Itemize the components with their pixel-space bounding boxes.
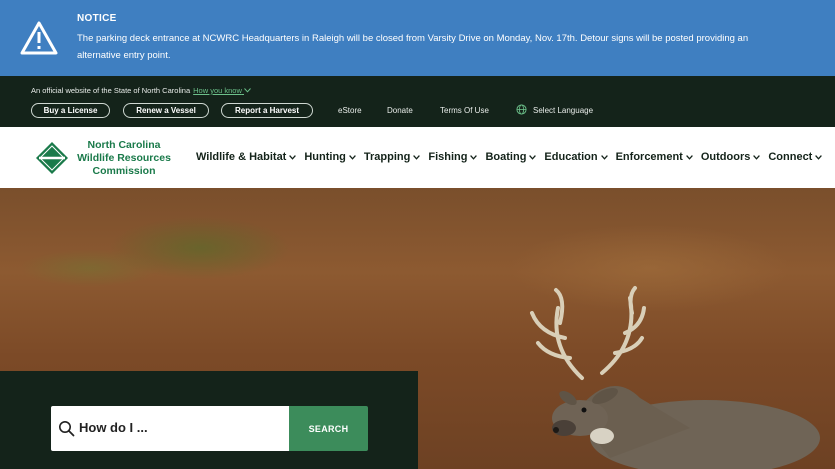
nav-enforcement[interactable]: Enforcement <box>616 151 693 163</box>
main-header: North Carolina Wildlife Resources Commis… <box>0 127 835 188</box>
report-harvest-button[interactable]: Report a Harvest <box>221 103 313 118</box>
select-language-link[interactable]: Select Language <box>533 106 593 115</box>
brand-line-1: North Carolina <box>87 139 161 151</box>
notice-body: The parking deck entrance at NCWRC Headq… <box>77 33 749 61</box>
chevron-down-icon <box>529 154 537 160</box>
utility-bar: An official website of the State of Nort… <box>0 76 835 127</box>
warning-triangle-icon <box>20 21 58 55</box>
nav-education[interactable]: Education <box>544 151 608 163</box>
search-placeholder: How do I ... <box>79 420 148 435</box>
nav-trapping[interactable]: Trapping <box>364 151 421 163</box>
chevron-down-icon <box>753 154 761 160</box>
globe-icon <box>516 104 527 115</box>
main-nav: Wildlife & Habitat Hunting Trapping Fish… <box>196 151 830 163</box>
deer-image <box>530 286 820 469</box>
notice-banner: NOTICE The parking deck entrance at NCWR… <box>0 0 835 76</box>
nav-wildlife-habitat[interactable]: Wildlife & Habitat <box>196 151 297 163</box>
terms-link[interactable]: Terms Of Use <box>440 106 489 115</box>
brand-name[interactable]: North Carolina Wildlife Resources Commis… <box>70 139 178 178</box>
chevron-down-icon <box>685 154 693 160</box>
brand-line-3: Commission <box>92 165 156 177</box>
search-icon <box>59 421 75 437</box>
nav-fishing[interactable]: Fishing <box>428 151 478 163</box>
official-site-notice: An official website of the State of Nort… <box>31 86 251 95</box>
renew-vessel-button[interactable]: Renew a Vessel <box>123 103 209 118</box>
search-button[interactable]: SEARCH <box>289 406 368 451</box>
search-panel: How do I ... SEARCH <box>0 371 418 469</box>
nav-boating[interactable]: Boating <box>485 151 537 163</box>
donate-link[interactable]: Donate <box>387 106 413 115</box>
nav-connect[interactable]: Connect <box>768 151 823 163</box>
search-input[interactable]: How do I ... <box>51 406 289 451</box>
ncwrc-logo-icon[interactable] <box>35 141 69 175</box>
chevron-down-icon <box>815 154 823 160</box>
estore-link[interactable]: eStore <box>338 106 362 115</box>
chevron-down-icon <box>349 154 356 160</box>
notice-title: NOTICE <box>77 13 117 24</box>
official-text: An official website of the State of Nort… <box>31 86 191 95</box>
brand-line-2: Wildlife Resources <box>77 152 171 164</box>
chevron-down-icon <box>244 88 251 93</box>
chevron-down-icon <box>600 154 608 160</box>
buy-license-button[interactable]: Buy a License <box>31 103 110 118</box>
chevron-down-icon <box>470 154 478 160</box>
nav-outdoors[interactable]: Outdoors <box>701 151 761 163</box>
chevron-down-icon <box>413 154 421 160</box>
chevron-down-icon <box>289 154 297 160</box>
how-you-know-link[interactable]: How you know <box>193 86 251 95</box>
nav-hunting[interactable]: Hunting <box>304 151 356 163</box>
